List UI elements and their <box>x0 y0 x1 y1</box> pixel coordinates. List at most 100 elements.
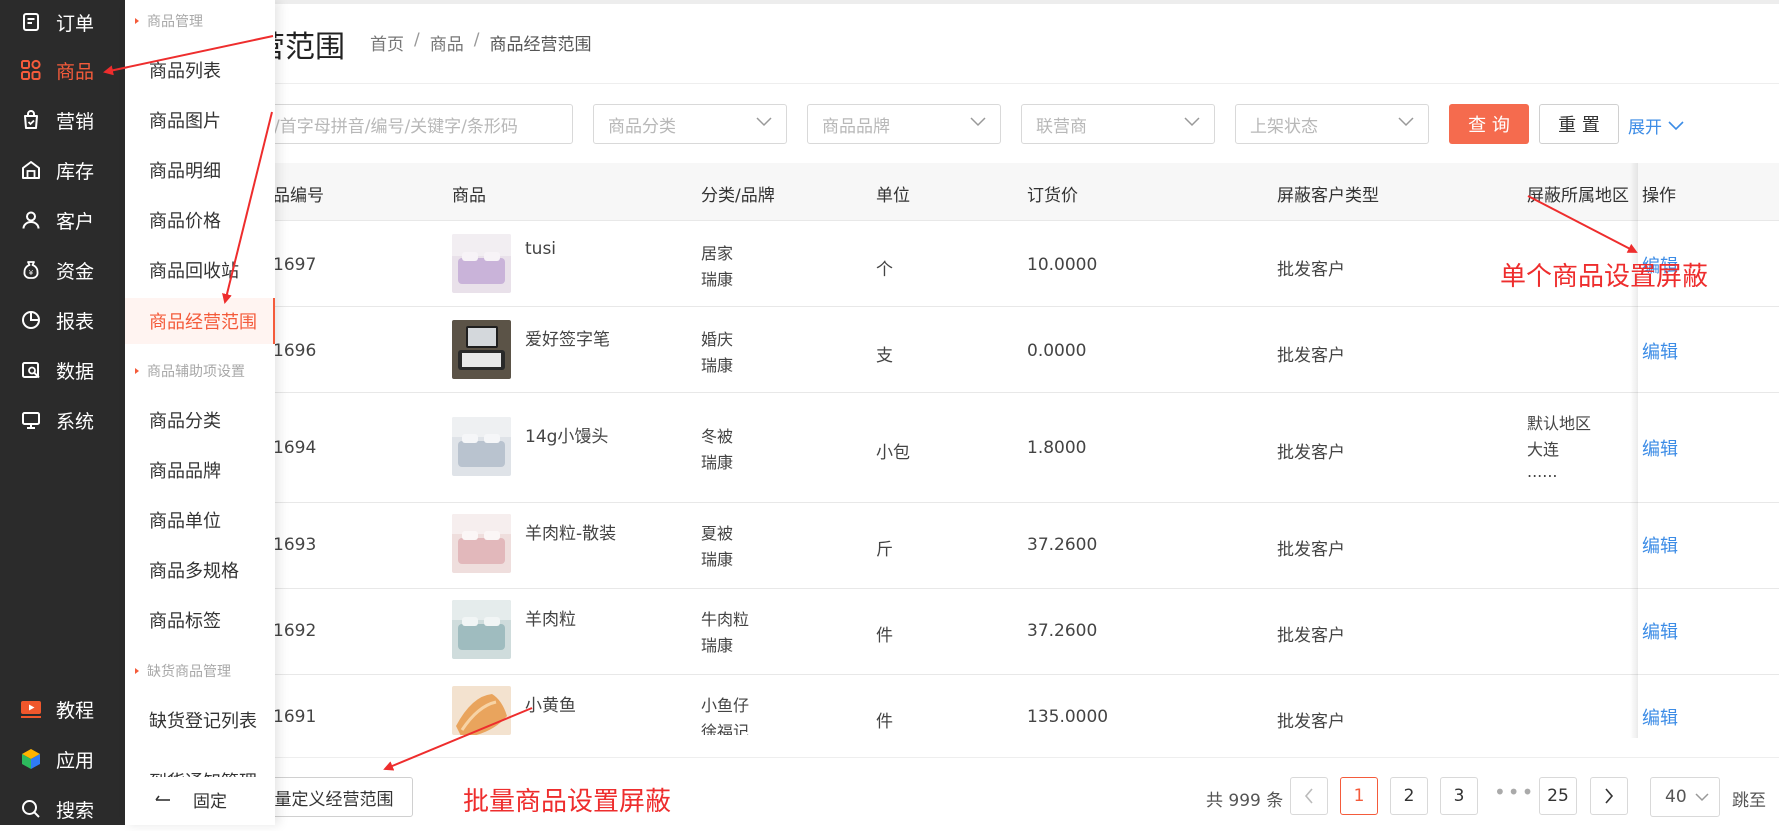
row-price: 37.2600 <box>1027 621 1098 641</box>
triangle-icon <box>135 18 139 24</box>
sidebar-item-label: 教程 <box>56 699 95 722</box>
sidebar-item-customers[interactable]: 客户 <box>0 198 125 242</box>
product-thumbnail <box>452 417 511 476</box>
row-customer-type: 批发客户 <box>1277 346 1345 366</box>
edit-button[interactable]: 编辑 <box>1642 338 1678 364</box>
sidebar-item-system[interactable]: 系统 <box>0 398 125 442</box>
sidebar-item-funds[interactable]: ¥ 资金 <box>0 248 125 292</box>
sidebar-item-tutorial[interactable]: 教程 <box>0 687 125 731</box>
submenu-item-unit[interactable]: 商品单位 <box>125 498 275 542</box>
query-button[interactable]: 查 询 <box>1449 104 1529 144</box>
search-input[interactable]: /首字母拼音/编号/关键字/条形码 <box>255 104 573 144</box>
row-brand: 瑞康 <box>701 270 734 289</box>
data-icon <box>20 359 42 381</box>
column-header-region: 屏蔽所属地区 <box>1527 186 1629 206</box>
edit-button[interactable]: 编辑 <box>1642 532 1678 558</box>
sidebar-item-marketing[interactable]: 营销 <box>0 98 125 142</box>
submenu-item-goods-price[interactable]: 商品价格 <box>125 198 275 242</box>
product-name: 羊肉粒 <box>525 610 576 630</box>
row-price: 37.2600 <box>1027 535 1098 555</box>
row-code: 1692 <box>273 621 317 641</box>
row-price: 1.8000 <box>1027 438 1087 458</box>
row-brand: 徐福记 <box>701 722 750 735</box>
next-page-button[interactable] <box>1590 777 1628 815</box>
breadcrumb-separator: / <box>414 30 420 50</box>
submenu-item-goods-details[interactable]: 商品明细 <box>125 148 275 192</box>
status-select[interactable]: 上架状态 <box>1235 104 1429 144</box>
chevron-down-icon <box>1398 117 1414 127</box>
pagination-ellipsis[interactable]: ••• <box>1494 780 1535 804</box>
sidebar-item-reports[interactable]: 报表 <box>0 298 125 342</box>
row-customer-type: 批发客户 <box>1277 443 1345 463</box>
product-name: 爱好签字笔 <box>525 330 610 350</box>
row-price: 135.0000 <box>1027 707 1109 727</box>
edit-button[interactable]: 编辑 <box>1642 704 1678 730</box>
submenu-section-goods: 商品管理 <box>125 6 275 36</box>
annotation-single-shield: 单个商品设置屏蔽 <box>1500 262 1709 292</box>
chevron-down-icon <box>970 117 986 127</box>
submenu-item-multi-spec[interactable]: 商品多规格 <box>125 548 275 592</box>
submenu-item-brand[interactable]: 商品品牌 <box>125 448 275 492</box>
chevron-down-icon <box>1184 117 1200 127</box>
row-customer-type: 批发客户 <box>1277 626 1345 646</box>
product-thumbnail <box>452 234 511 293</box>
column-header-goods: 商品 <box>452 186 486 206</box>
category-select[interactable]: 商品分类 <box>593 104 787 144</box>
sidebar-item-goods[interactable]: 商品 <box>0 48 125 92</box>
row-customer-type: 批发客户 <box>1277 540 1345 560</box>
sidebar-item-search[interactable]: 搜索 <box>0 787 125 831</box>
partner-select[interactable]: 联营商 <box>1021 104 1215 144</box>
goods-submenu: 商品管理 商品列表 商品图片 商品明细 商品价格 商品回收站 商品经营范围 商品… <box>125 0 275 825</box>
submenu-section-stockout: 缺货商品管理 <box>125 656 275 686</box>
sidebar-item-label: 营销 <box>56 110 95 133</box>
page-button-1[interactable]: 1 <box>1340 777 1378 815</box>
sidebar-item-apps[interactable]: 应用 <box>0 737 125 781</box>
edit-button[interactable]: 编辑 <box>1642 618 1678 644</box>
submenu-item-stockout-list[interactable]: 缺货登记列表 <box>125 698 275 742</box>
sidebar-item-orders[interactable]: 订单 <box>0 0 125 44</box>
sidebar-item-inventory[interactable]: 库存 <box>0 148 125 192</box>
row-brand: 瑞康 <box>701 550 734 569</box>
row-code: 1691 <box>273 707 317 727</box>
row-category: 居家 <box>701 244 734 263</box>
tutorial-icon <box>20 698 42 720</box>
page-button-2[interactable]: 2 <box>1390 777 1428 815</box>
total-count: 共 999 条 <box>1206 791 1284 811</box>
pin-menu-button[interactable]: 固定 <box>125 777 275 821</box>
row-category: 牛肉粒 <box>701 610 750 629</box>
header-divider <box>275 83 1779 84</box>
brand-select[interactable]: 商品品牌 <box>807 104 1001 144</box>
breadcrumb-goods[interactable]: 商品 <box>430 30 464 55</box>
submenu-item-category[interactable]: 商品分类 <box>125 398 275 442</box>
sidebar-item-data[interactable]: 数据 <box>0 348 125 392</box>
product-thumbnail <box>452 686 511 735</box>
page-button-last[interactable]: 25 <box>1539 777 1577 815</box>
page-button-3[interactable]: 3 <box>1440 777 1478 815</box>
sidebar-item-label: 订单 <box>56 12 95 35</box>
breadcrumb: 首页 / 商品 / 商品经营范围 <box>370 30 591 55</box>
product-thumbnail <box>452 514 511 573</box>
row-customer-type: 批发客户 <box>1277 712 1345 732</box>
column-header-unit: 单位 <box>876 186 910 206</box>
sidebar-item-label: 报表 <box>56 310 95 333</box>
column-header-code: 品编号 <box>273 186 324 206</box>
breadcrumb-home[interactable]: 首页 <box>370 30 404 55</box>
row-unit: 件 <box>876 712 893 732</box>
reset-button[interactable]: 重 置 <box>1539 104 1619 144</box>
submenu-item-tags[interactable]: 商品标签 <box>125 598 275 642</box>
submenu-item-goods-images[interactable]: 商品图片 <box>125 98 275 142</box>
submenu-item-goods-list[interactable]: 商品列表 <box>125 48 275 92</box>
column-header-customer-type: 屏蔽客户类型 <box>1277 186 1379 206</box>
submenu-item-recycle-bin[interactable]: 商品回收站 <box>125 248 275 292</box>
submenu-item-business-scope[interactable]: 商品经营范围 <box>125 298 275 344</box>
batch-define-scope-button[interactable]: 量定义经营范围 <box>255 777 413 817</box>
row-divider <box>275 502 1779 503</box>
expand-filters-link[interactable]: 展开 <box>1628 113 1684 138</box>
row-divider <box>275 392 1779 393</box>
row-code: 1694 <box>273 438 317 458</box>
submenu-section-aux: 商品辅助项设置 <box>125 356 275 386</box>
edit-button[interactable]: 编辑 <box>1642 435 1678 461</box>
row-brand: 瑞康 <box>701 453 734 472</box>
prev-page-button[interactable] <box>1290 777 1328 815</box>
page-size-select[interactable]: 40 <box>1650 777 1720 817</box>
